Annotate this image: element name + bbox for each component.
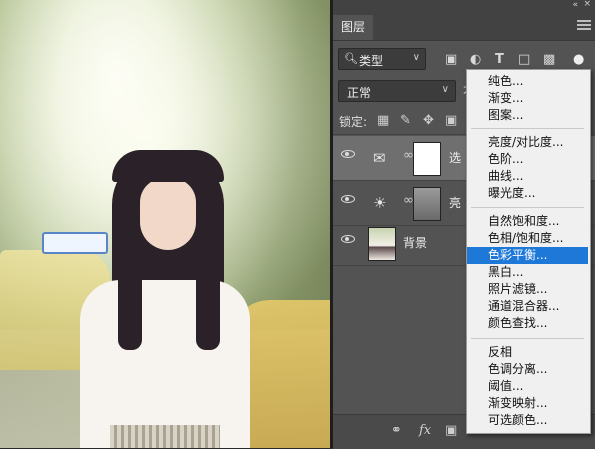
menu-item-photo-filter[interactable]: 照片滤镜... (467, 281, 588, 298)
close-icon[interactable]: × (583, 0, 591, 9)
layer-mask-thumb[interactable] (413, 187, 441, 221)
adjustment-filter-icon[interactable]: ◐ (470, 52, 481, 67)
menu-item-threshold[interactable]: 阈值... (467, 378, 588, 395)
layer-name[interactable]: 背景 (403, 234, 427, 251)
collapse-icon[interactable]: « (572, 0, 577, 10)
menu-item-posterize[interactable]: 色调分离... (467, 361, 588, 378)
blend-mode-select[interactable]: 正常 ∨ (338, 80, 456, 102)
eye-icon[interactable] (341, 195, 355, 203)
image-filter-icon[interactable]: ▣ (445, 52, 457, 67)
adjustment-layer-menu: 纯色... 渐变... 图案... 亮度/对比度... 色阶... 曲线... … (466, 69, 591, 434)
girl-bangs (112, 150, 224, 182)
menu-item-invert[interactable]: 反相 (467, 344, 588, 361)
menu-item-curves[interactable]: 曲线... (467, 168, 588, 185)
menu-item-channel-mixer[interactable]: 通道混合器... (467, 298, 588, 315)
menu-item-selective-color[interactable]: 可选颜色... (467, 412, 588, 429)
taxi-sign (42, 232, 108, 254)
color-balance-icon: ✉ (373, 149, 386, 167)
panel-menu-icon[interactable] (577, 20, 591, 30)
brightness-icon: ☀ (373, 194, 387, 212)
menu-item-hue-saturation[interactable]: 色相/饱和度... (467, 230, 588, 247)
panel-tab-bar: 图层 (333, 10, 595, 41)
menu-item-exposure[interactable]: 曝光度... (467, 185, 588, 202)
blend-mode-label: 正常 (347, 86, 372, 100)
smart-object-filter-icon[interactable]: ▩ (543, 52, 555, 67)
lock-transparent-icon[interactable]: ▦ (377, 113, 389, 128)
menu-separator (471, 128, 584, 129)
menu-item-levels[interactable]: 色阶... (467, 151, 588, 168)
lock-label: 锁定: (339, 115, 368, 129)
eye-icon[interactable] (341, 235, 355, 243)
lock-brush-icon[interactable]: ✎ (400, 113, 411, 128)
magnifier-icon: 🔍︎ (344, 52, 358, 65)
girl-hair-left (118, 200, 142, 350)
layer-name[interactable]: 亮 (449, 194, 461, 211)
menu-item-brightness-contrast[interactable]: 亮度/对比度... (467, 134, 588, 151)
menu-item-solid-color[interactable]: 纯色... (467, 73, 588, 90)
menu-item-pattern[interactable]: 图案... (467, 107, 588, 124)
layer-name[interactable]: 选 (449, 149, 461, 166)
layer-mask-thumb[interactable] (413, 142, 441, 176)
menu-separator (471, 338, 584, 339)
layer-thumbnail (368, 227, 396, 261)
photo-canvas[interactable] (0, 0, 330, 448)
type-filter-icon[interactable]: T (495, 52, 504, 67)
shape-filter-icon[interactable]: □ (518, 52, 530, 67)
filter-kind-select[interactable]: 🔍︎ 类型 ∨ (338, 48, 426, 70)
girl-shirt (80, 280, 250, 448)
link-layers-icon[interactable]: ⚭ (391, 423, 402, 438)
menu-item-color-lookup[interactable]: 颜色查找... (467, 315, 588, 332)
menu-item-black-white[interactable]: 黑白... (467, 264, 588, 281)
lock-artboard-icon[interactable]: ▣ (445, 113, 457, 128)
menu-separator (471, 207, 584, 208)
tab-layers[interactable]: 图层 (333, 15, 373, 40)
filter-toggle-icon[interactable]: ● (573, 52, 584, 67)
fx-icon[interactable]: fx (419, 423, 431, 438)
panel-top-strip: « × (333, 0, 595, 10)
chevron-down-icon: ∨ (412, 52, 420, 63)
girl-skirt (110, 425, 220, 448)
filter-kind-label: 类型 (359, 54, 384, 68)
menu-item-gradient-map[interactable]: 渐变映射... (467, 395, 588, 412)
add-mask-icon[interactable]: ▣ (445, 423, 457, 438)
lock-move-icon[interactable]: ✥ (423, 113, 434, 128)
girl-face (140, 178, 196, 250)
eye-icon[interactable] (341, 150, 355, 158)
girl-hair-right (196, 200, 220, 350)
chevron-down-icon: ∨ (441, 84, 449, 95)
menu-item-vibrance[interactable]: 自然饱和度... (467, 213, 588, 230)
menu-item-color-balance[interactable]: 色彩平衡... (467, 247, 588, 264)
menu-item-gradient[interactable]: 渐变... (467, 90, 588, 107)
